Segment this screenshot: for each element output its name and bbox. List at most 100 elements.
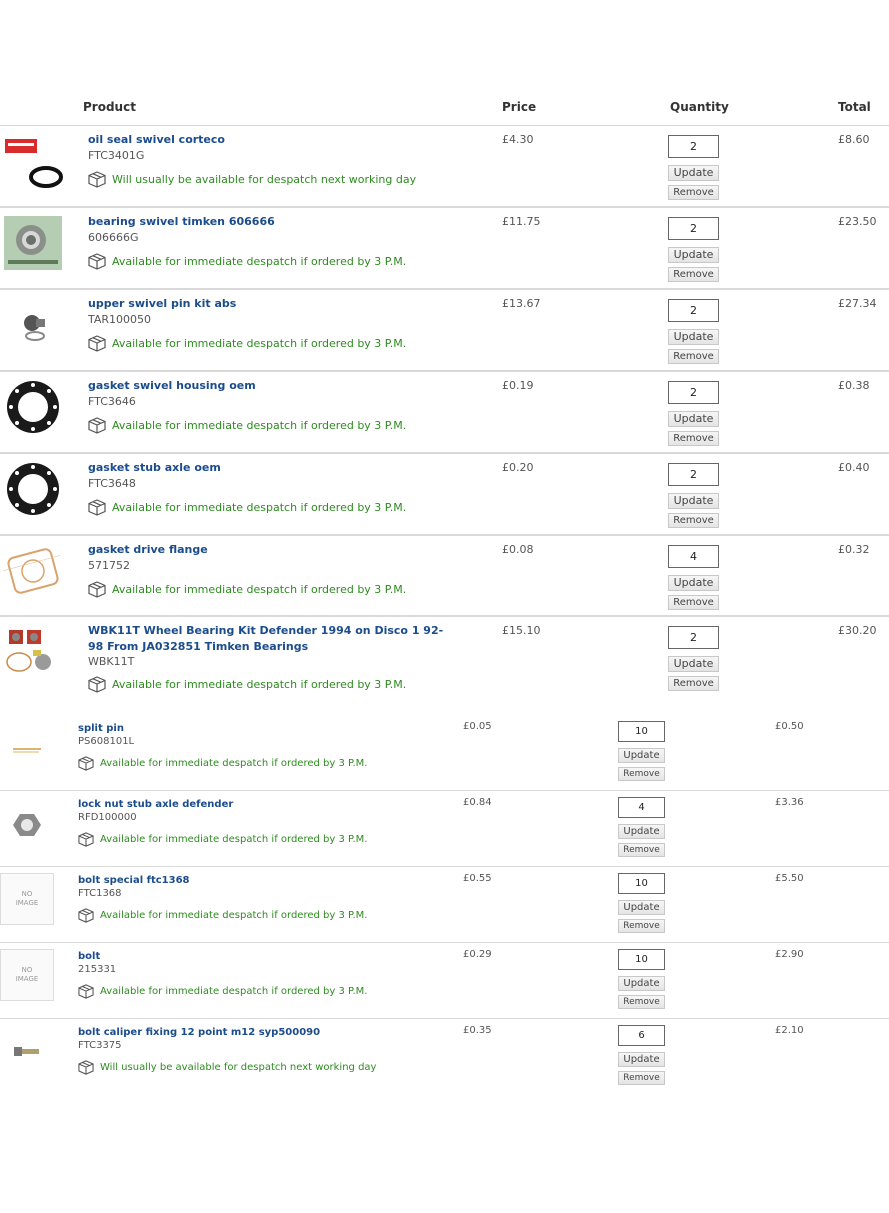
quantity-input[interactable] xyxy=(668,381,719,404)
availability-status: Available for immediate despatch if orde… xyxy=(78,756,367,771)
product-thumbnail[interactable] xyxy=(3,461,63,517)
product-name-link[interactable]: split pin xyxy=(78,721,438,737)
product-thumbnail[interactable] xyxy=(0,723,54,775)
remove-button[interactable]: Remove xyxy=(668,676,719,691)
product-name-link[interactable]: bolt special ftc1368 xyxy=(78,873,438,889)
remove-button[interactable]: Remove xyxy=(668,595,719,610)
update-button[interactable]: Update xyxy=(668,247,719,263)
product-code: FTC1368 xyxy=(78,888,122,899)
cart-row: bolt caliper fixing 12 point m12 syp5000… xyxy=(0,1019,889,1095)
quantity-input[interactable] xyxy=(668,299,719,322)
product-thumbnail[interactable] xyxy=(0,1025,54,1077)
package-icon xyxy=(88,417,106,434)
update-button[interactable]: Update xyxy=(618,900,665,915)
availability-text: Available for immediate despatch if orde… xyxy=(100,910,368,921)
cart-table-header: Product Price Quantity Total xyxy=(0,0,889,126)
product-thumbnail[interactable] xyxy=(3,624,63,680)
remove-button[interactable]: Remove xyxy=(668,513,719,528)
unit-price: £15.10 xyxy=(502,624,541,637)
product-code: RFD100000 xyxy=(78,812,137,823)
product-code: 215331 xyxy=(78,964,117,975)
product-name-link[interactable]: bolt caliper fixing 12 point m12 syp5000… xyxy=(78,1025,438,1041)
remove-button[interactable]: Remove xyxy=(618,767,665,781)
unit-price: £0.08 xyxy=(502,543,534,556)
unit-price: £0.55 xyxy=(463,873,492,884)
product-thumbnail[interactable] xyxy=(3,297,63,353)
product-thumbnail[interactable] xyxy=(3,543,63,599)
quantity-input[interactable] xyxy=(668,463,719,486)
quantity-input[interactable] xyxy=(668,626,719,649)
update-button[interactable]: Update xyxy=(668,656,719,672)
column-header-product: Product xyxy=(83,100,136,114)
cart-row: gasket swivel housing oem FTC3646 Availa… xyxy=(0,372,889,454)
quantity-input[interactable] xyxy=(618,949,665,970)
update-button[interactable]: Update xyxy=(618,976,665,991)
product-name-link[interactable]: gasket stub axle oem xyxy=(88,460,448,476)
no-image-placeholder[interactable]: NO IMAGE xyxy=(0,949,54,1001)
remove-button[interactable]: Remove xyxy=(668,431,719,446)
availability-text: Available for immediate despatch if orde… xyxy=(112,678,407,691)
unit-price: £0.35 xyxy=(463,1025,492,1036)
product-thumbnail[interactable] xyxy=(0,799,54,851)
package-icon xyxy=(78,832,94,847)
availability-text: Available for immediate despatch if orde… xyxy=(112,419,407,432)
no-image-placeholder[interactable]: NO IMAGE xyxy=(0,873,54,925)
unit-price: £0.29 xyxy=(463,949,492,960)
line-total: £27.34 xyxy=(838,297,877,310)
availability-status: Available for immediate despatch if orde… xyxy=(78,908,367,923)
update-button[interactable]: Update xyxy=(668,575,719,591)
product-name-link[interactable]: lock nut stub axle defender xyxy=(78,797,438,813)
availability-status: Available for immediate despatch if orde… xyxy=(88,335,406,352)
unit-price: £0.05 xyxy=(463,721,492,732)
availability-text: Available for immediate despatch if orde… xyxy=(100,758,368,769)
update-button[interactable]: Update xyxy=(618,748,665,763)
remove-button[interactable]: Remove xyxy=(618,919,665,933)
cart-row: NO IMAGE bolt 215331 Available for immed… xyxy=(0,943,889,1019)
quantity-input[interactable] xyxy=(618,873,665,894)
line-total: £0.40 xyxy=(838,461,870,474)
product-name-link[interactable]: upper swivel pin kit abs xyxy=(88,296,448,312)
quantity-input[interactable] xyxy=(618,1025,665,1046)
package-icon xyxy=(78,1060,94,1075)
remove-button[interactable]: Remove xyxy=(668,185,719,200)
availability-status: Will usually be available for despatch n… xyxy=(88,171,416,188)
product-name-link[interactable]: bearing swivel timken 606666 xyxy=(88,214,448,230)
column-header-price: Price xyxy=(502,100,537,114)
update-button[interactable]: Update xyxy=(668,411,719,427)
product-name-link[interactable]: gasket drive flange xyxy=(88,542,448,558)
package-icon xyxy=(88,335,106,352)
product-thumbnail[interactable] xyxy=(3,215,63,271)
product-name-link[interactable]: gasket swivel housing oem xyxy=(88,378,448,394)
product-name-link[interactable]: WBK11T Wheel Bearing Kit Defender 1994 o… xyxy=(88,623,448,655)
update-button[interactable]: Update xyxy=(668,165,719,181)
availability-text: Will usually be available for despatch n… xyxy=(112,173,417,186)
remove-button[interactable]: Remove xyxy=(618,995,665,1009)
package-icon xyxy=(78,756,94,771)
quantity-input[interactable] xyxy=(618,797,665,818)
update-button[interactable]: Update xyxy=(618,1052,665,1067)
cart-row: upper swivel pin kit abs TAR100050 Avail… xyxy=(0,290,889,372)
remove-button[interactable]: Remove xyxy=(618,843,665,857)
availability-text: Available for immediate despatch if orde… xyxy=(112,501,407,514)
product-name-link[interactable]: oil seal swivel corteco xyxy=(88,132,448,148)
product-code: PS608101L xyxy=(78,736,135,747)
line-total: £30.20 xyxy=(838,624,877,637)
quantity-input[interactable] xyxy=(618,721,665,742)
remove-button[interactable]: Remove xyxy=(668,267,719,282)
remove-button[interactable]: Remove xyxy=(668,349,719,364)
quantity-input[interactable] xyxy=(668,217,719,240)
unit-price: £0.84 xyxy=(463,797,492,808)
product-thumbnail[interactable] xyxy=(3,379,63,435)
update-button[interactable]: Update xyxy=(668,493,719,509)
update-button[interactable]: Update xyxy=(618,824,665,839)
quantity-input[interactable] xyxy=(668,135,719,158)
quantity-input[interactable] xyxy=(668,545,719,568)
cart-row: split pin PS608101L Available for immedi… xyxy=(0,715,889,791)
product-thumbnail[interactable] xyxy=(3,133,63,189)
product-code: TAR100050 xyxy=(88,313,152,326)
update-button[interactable]: Update xyxy=(668,329,719,345)
product-name-link[interactable]: bolt xyxy=(78,949,438,965)
product-code: WBK11T xyxy=(88,655,135,668)
remove-button[interactable]: Remove xyxy=(618,1071,665,1085)
unit-price: £0.20 xyxy=(502,461,534,474)
